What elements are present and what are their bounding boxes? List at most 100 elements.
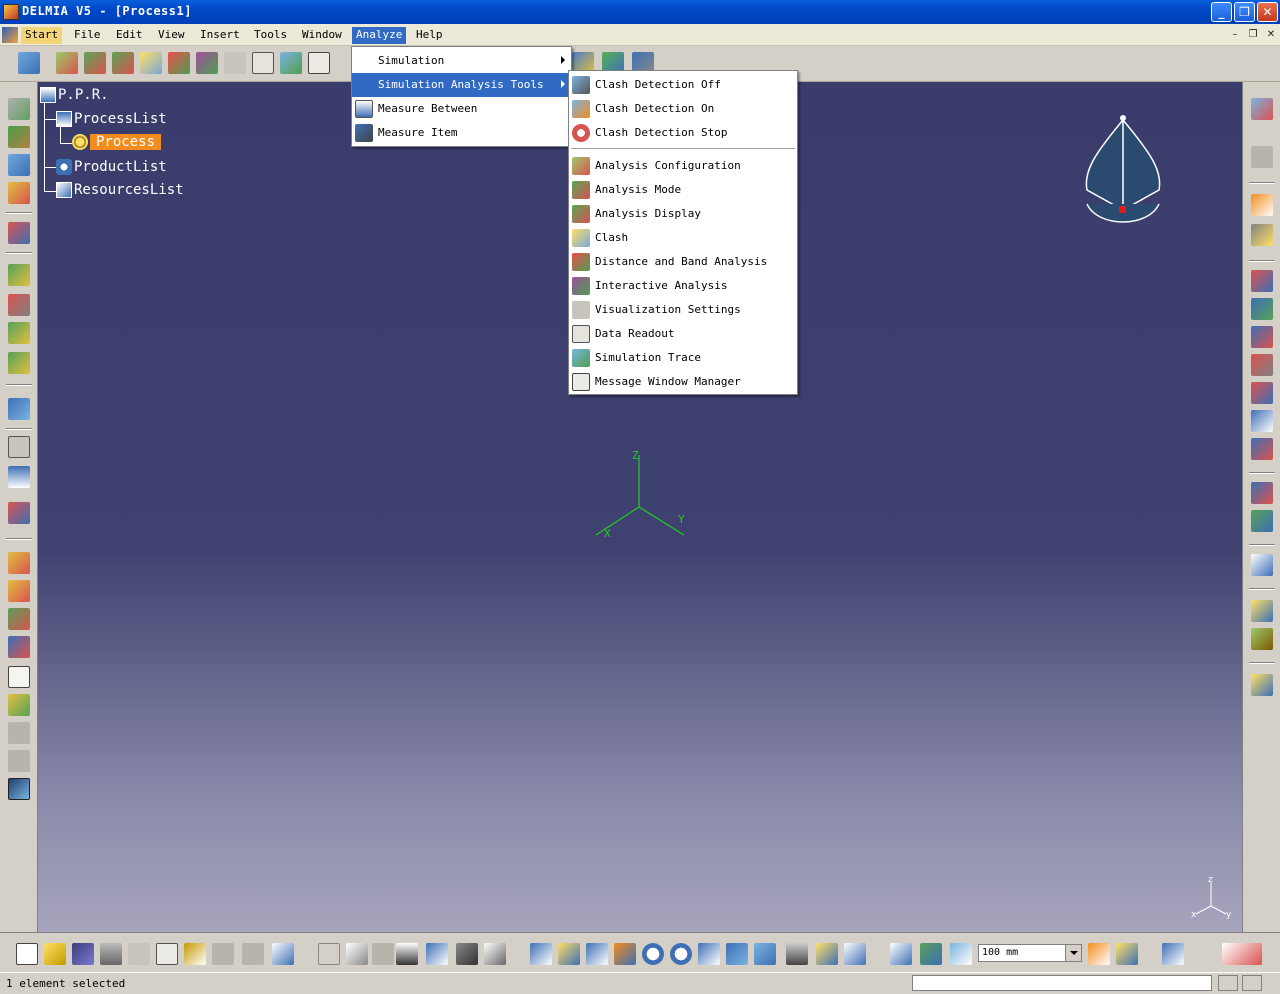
pan-icon[interactable]	[586, 943, 608, 965]
message-window-icon[interactable]	[308, 52, 330, 74]
select-gear-icon[interactable]	[1251, 224, 1273, 246]
cut-icon[interactable]	[128, 943, 150, 965]
process-icon[interactable]	[8, 264, 30, 286]
menu-item-measure-between[interactable]: Measure Between	[352, 97, 571, 121]
menu-item-interactive-analysis[interactable]: Interactive Analysis	[569, 274, 797, 298]
comment-icon[interactable]	[346, 943, 368, 965]
edit-tag-icon[interactable]	[1251, 600, 1273, 622]
analysis-mode-icon[interactable]	[84, 52, 106, 74]
resources-list-icon[interactable]	[56, 182, 72, 198]
help-icon[interactable]	[272, 943, 294, 965]
start-menu-icon[interactable]	[2, 27, 18, 43]
swap-visible-icon[interactable]	[844, 943, 866, 965]
snap-icon[interactable]	[1251, 298, 1273, 320]
menu-item-analysis-configuration[interactable]: Analysis Configuration	[569, 154, 797, 178]
menu-item-analysis-display[interactable]: Analysis Display	[569, 202, 797, 226]
menu-item-clash-detection-off[interactable]: Clash Detection Off	[569, 73, 797, 97]
menu-analyze[interactable]: Analyze	[352, 27, 407, 44]
menu-item-simulation-analysis-tools[interactable]: Simulation Analysis Tools	[352, 73, 571, 97]
simulation-trace-icon[interactable]	[280, 52, 302, 74]
menu-item-visualization-settings[interactable]: Visualization Settings	[569, 298, 797, 322]
process-link-icon[interactable]	[8, 322, 30, 344]
maximize-button[interactable]: ❐	[1234, 2, 1255, 22]
delmia-app-icon[interactable]	[3, 4, 19, 20]
status-button-1[interactable]	[1218, 975, 1238, 991]
manipulate-icon[interactable]	[1251, 270, 1273, 292]
data-readout-icon[interactable]	[252, 52, 274, 74]
reorder-icon[interactable]	[8, 636, 30, 658]
path-icon[interactable]	[1251, 410, 1273, 432]
menu-start[interactable]: Start	[21, 27, 63, 44]
visualization-settings-icon[interactable]	[224, 52, 246, 74]
new-icon[interactable]	[16, 943, 38, 965]
undo-icon[interactable]	[212, 943, 234, 965]
menu-insert[interactable]: Insert	[196, 27, 244, 44]
status-button-2[interactable]	[1242, 975, 1262, 991]
node-icon[interactable]	[8, 222, 30, 244]
measure-ruler-icon[interactable]	[1088, 943, 1110, 965]
assign-resource-icon[interactable]	[8, 608, 30, 630]
multi-view-icon[interactable]	[726, 943, 748, 965]
fixture-icon[interactable]	[1251, 438, 1273, 460]
snap-grid-icon[interactable]	[920, 943, 942, 965]
kinematics-icon[interactable]	[1251, 482, 1273, 504]
command-input[interactable]	[912, 975, 1212, 991]
robot-teach-icon[interactable]	[1251, 98, 1273, 120]
menu-help[interactable]: Help	[412, 27, 447, 44]
tree-icon[interactable]	[426, 943, 448, 965]
menu-item-simulation-trace[interactable]: Simulation Trace	[569, 346, 797, 370]
menu-item-clash[interactable]: Clash	[569, 226, 797, 250]
hide-show-icon[interactable]	[816, 943, 838, 965]
menu-window[interactable]: Window	[298, 27, 346, 44]
analysis-display-icon[interactable]	[112, 52, 134, 74]
sequence-icon[interactable]	[8, 778, 30, 800]
zoom-in-icon[interactable]	[642, 943, 664, 965]
delete-process-icon[interactable]	[8, 294, 30, 316]
gantt-icon[interactable]	[8, 466, 30, 488]
compass-tip[interactable]	[1120, 115, 1126, 121]
chevron-down-icon[interactable]	[1065, 945, 1081, 961]
refresh-icon[interactable]	[484, 943, 506, 965]
plane-icon[interactable]	[950, 943, 972, 965]
zoom-out-icon[interactable]	[670, 943, 692, 965]
gear-icon[interactable]	[8, 98, 30, 120]
process-list-icon[interactable]	[56, 111, 72, 127]
fit-all-icon[interactable]	[558, 943, 580, 965]
analysis-configuration-icon[interactable]	[56, 52, 78, 74]
tree-item-resources-list[interactable]: ResourcesList	[74, 182, 184, 198]
menu-item-analysis-mode[interactable]: Analysis Mode	[569, 178, 797, 202]
compass-origin-handle[interactable]	[1119, 206, 1126, 213]
compass-toggle-icon[interactable]	[890, 943, 912, 965]
program-icon[interactable]	[1251, 674, 1273, 696]
compass-widget[interactable]	[1078, 110, 1168, 240]
unit-combo-box[interactable]: 100 mm	[978, 944, 1082, 962]
menu-item-measure-item[interactable]: Measure Item	[352, 121, 571, 145]
mdi-close-button[interactable]: ✕	[1264, 28, 1278, 42]
device-icon[interactable]	[1251, 382, 1273, 404]
assign-icon[interactable]	[8, 580, 30, 602]
chart-icon[interactable]	[1251, 554, 1273, 576]
tree-item-process[interactable]: Process	[90, 134, 162, 150]
menu-item-simulation[interactable]: Simulation	[352, 49, 571, 73]
tag-group-icon[interactable]	[1251, 326, 1273, 348]
copy-icon[interactable]	[156, 943, 178, 965]
menu-file[interactable]: File	[70, 27, 105, 44]
pert-icon[interactable]	[8, 502, 30, 524]
ppr-icon[interactable]	[40, 87, 56, 103]
open-icon[interactable]	[44, 943, 66, 965]
minimize-button[interactable]: _	[1211, 2, 1232, 22]
link-icon[interactable]	[8, 126, 30, 148]
paste-icon[interactable]	[184, 943, 206, 965]
product-list-icon[interactable]	[56, 159, 72, 175]
weld-icon[interactable]	[1251, 628, 1273, 650]
formula-icon[interactable]	[318, 943, 340, 965]
interactive-analysis-icon[interactable]	[196, 52, 218, 74]
trajectory-icon[interactable]	[1251, 510, 1273, 532]
menu-item-message-window-manager[interactable]: Message Window Manager	[569, 370, 797, 394]
menu-tools[interactable]: Tools	[250, 27, 291, 44]
lock-icon[interactable]	[456, 943, 478, 965]
mdi-minimize-button[interactable]: –	[1228, 28, 1242, 42]
iso-view-icon[interactable]	[754, 943, 776, 965]
fly-icon[interactable]	[530, 943, 552, 965]
menu-item-clash-detection-on[interactable]: Clash Detection On	[569, 97, 797, 121]
